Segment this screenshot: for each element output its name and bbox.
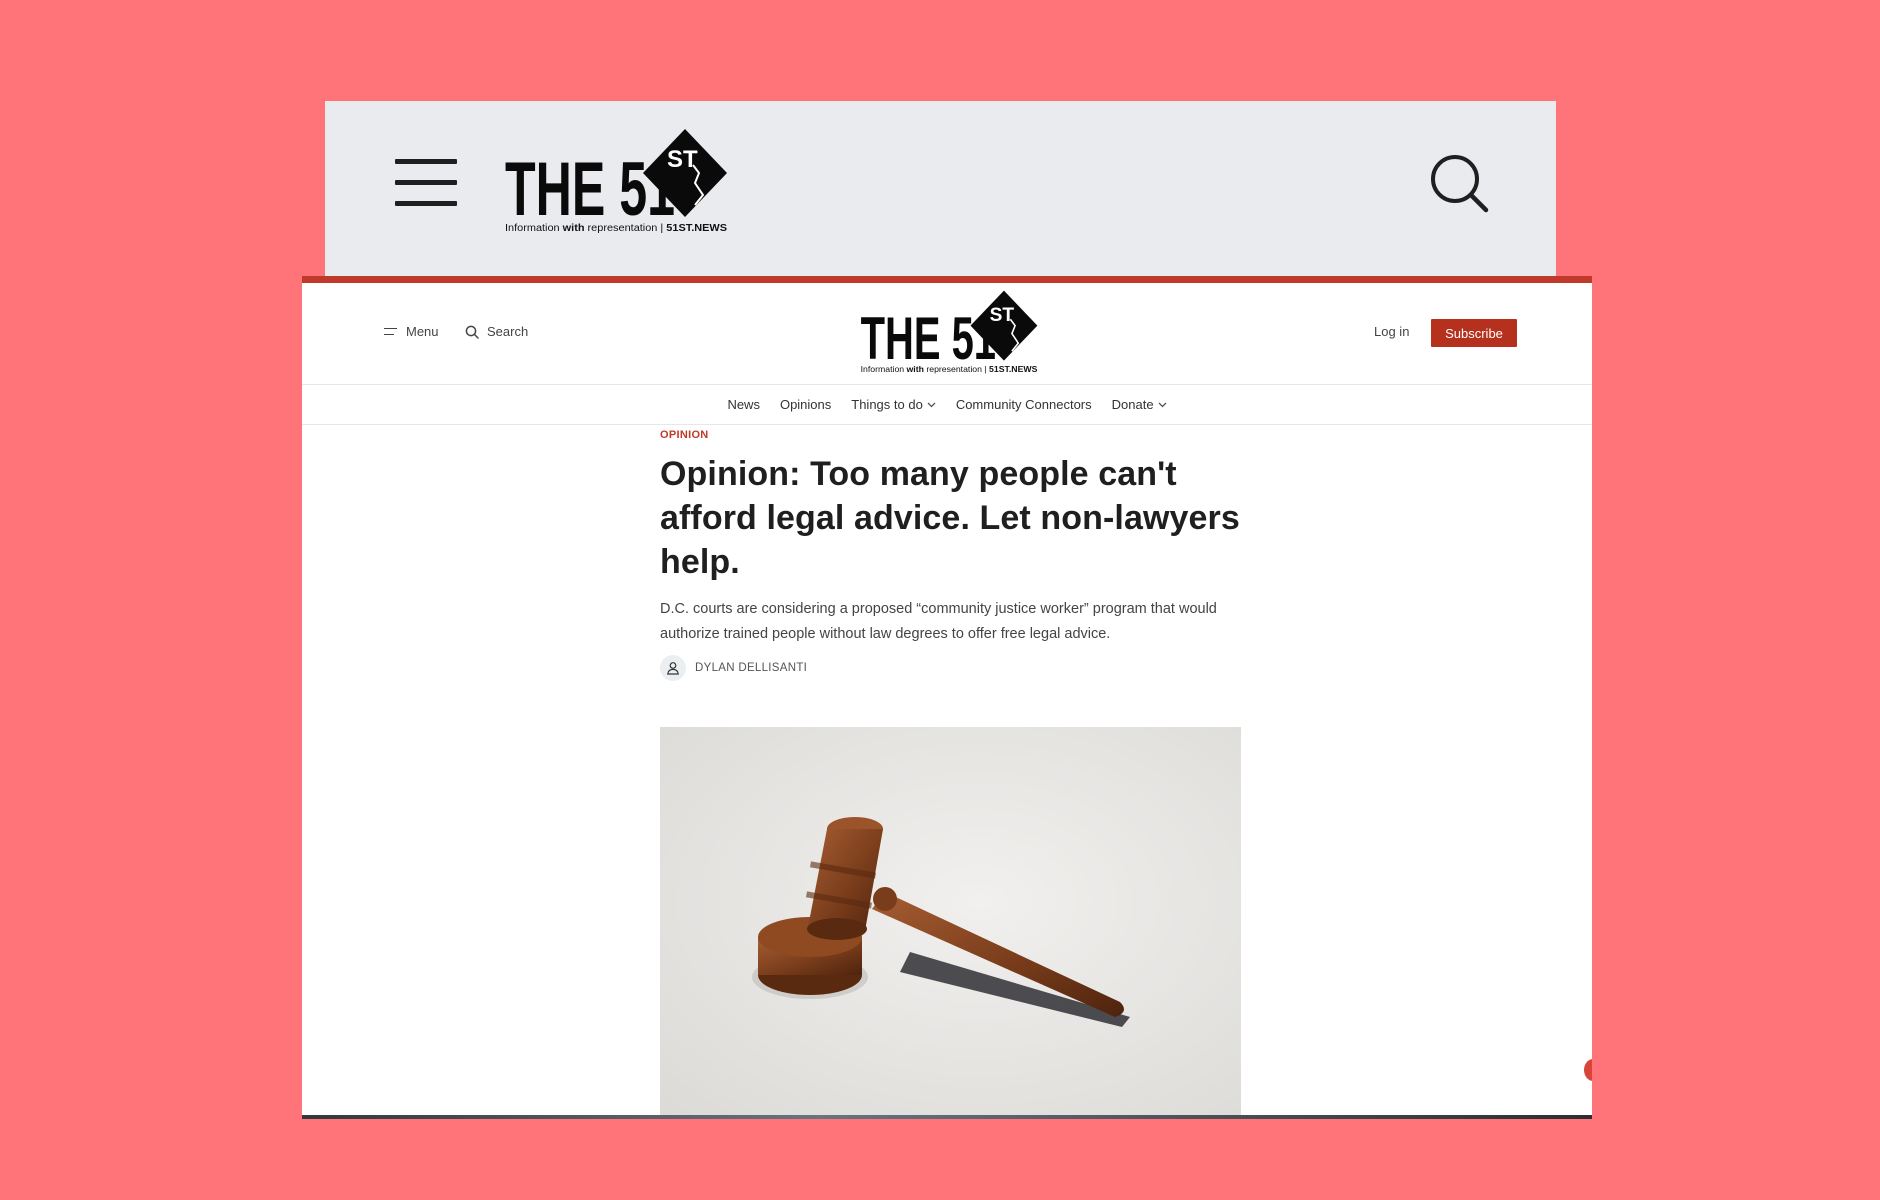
menu-icon [384, 327, 398, 337]
svg-text:ST: ST [667, 146, 698, 173]
svg-text:THE 51: THE 51 [861, 304, 996, 372]
chevron-down-icon [927, 402, 936, 407]
site-header: Menu Search THE 51 ST Information with r… [302, 283, 1592, 385]
nav-item-donate[interactable]: Donate [1102, 397, 1177, 412]
svg-text:THE 51: THE 51 [505, 147, 675, 232]
primary-nav: News Opinions Things to do Community Con… [302, 385, 1592, 425]
site-logo[interactable]: THE 51 ST Information with representatio… [505, 127, 727, 235]
article-headline: Opinion: Too many people can't afford le… [660, 455, 1240, 581]
nav-item-label: Things to do [851, 397, 923, 412]
author-name[interactable]: DYLAN DELLISANTI [695, 662, 807, 674]
hero-image-gavel [660, 727, 1241, 1115]
search-icon[interactable] [1429, 153, 1489, 213]
nav-item-label: Opinions [779, 397, 832, 412]
subscribe-button[interactable]: Subscribe [1431, 319, 1517, 347]
nav-item-community-connectors[interactable]: Community Connectors [946, 397, 1102, 412]
svg-text:ST: ST [990, 305, 1015, 326]
svg-text:Information with representatio: Information with representation | 51ST.N… [861, 365, 1038, 374]
nav-item-label: Donate [1111, 397, 1154, 412]
desktop-page: Menu Search THE 51 ST Information with r… [302, 276, 1592, 1119]
login-link[interactable]: Log in [1374, 324, 1409, 339]
nav-item-label: Community Connectors [955, 397, 1092, 412]
article-kicker[interactable]: OPINION [660, 429, 1242, 441]
byline: DYLAN DELLISANTI [660, 655, 1242, 681]
article-dek: D.C. courts are considering a proposed “… [660, 601, 1217, 642]
search-label: Search [487, 324, 529, 339]
nav-item-label: News [727, 397, 760, 412]
nav-item-opinions[interactable]: Opinions [770, 397, 841, 412]
article-header: OPINION Opinion: Too many people can't a… [660, 429, 1242, 681]
chevron-down-icon [1158, 402, 1167, 407]
floating-action-indicator[interactable] [1584, 1059, 1592, 1081]
mobile-header: THE 51 ST Information with representatio… [325, 101, 1556, 277]
search-button[interactable]: Search [465, 324, 528, 339]
user-icon [667, 662, 679, 675]
search-icon [465, 325, 479, 339]
nav-item-things-to-do[interactable]: Things to do [841, 397, 946, 412]
hamburger-menu-icon[interactable] [395, 159, 459, 209]
menu-button[interactable]: Menu [384, 324, 439, 339]
nav-item-news[interactable]: News [717, 397, 770, 412]
site-logo[interactable]: THE 51 ST Information with representatio… [860, 289, 1038, 375]
menu-label: Menu [406, 324, 439, 339]
svg-text:Information with representatio: Information with representation | 51ST.N… [505, 223, 727, 234]
avatar[interactable] [660, 655, 686, 681]
